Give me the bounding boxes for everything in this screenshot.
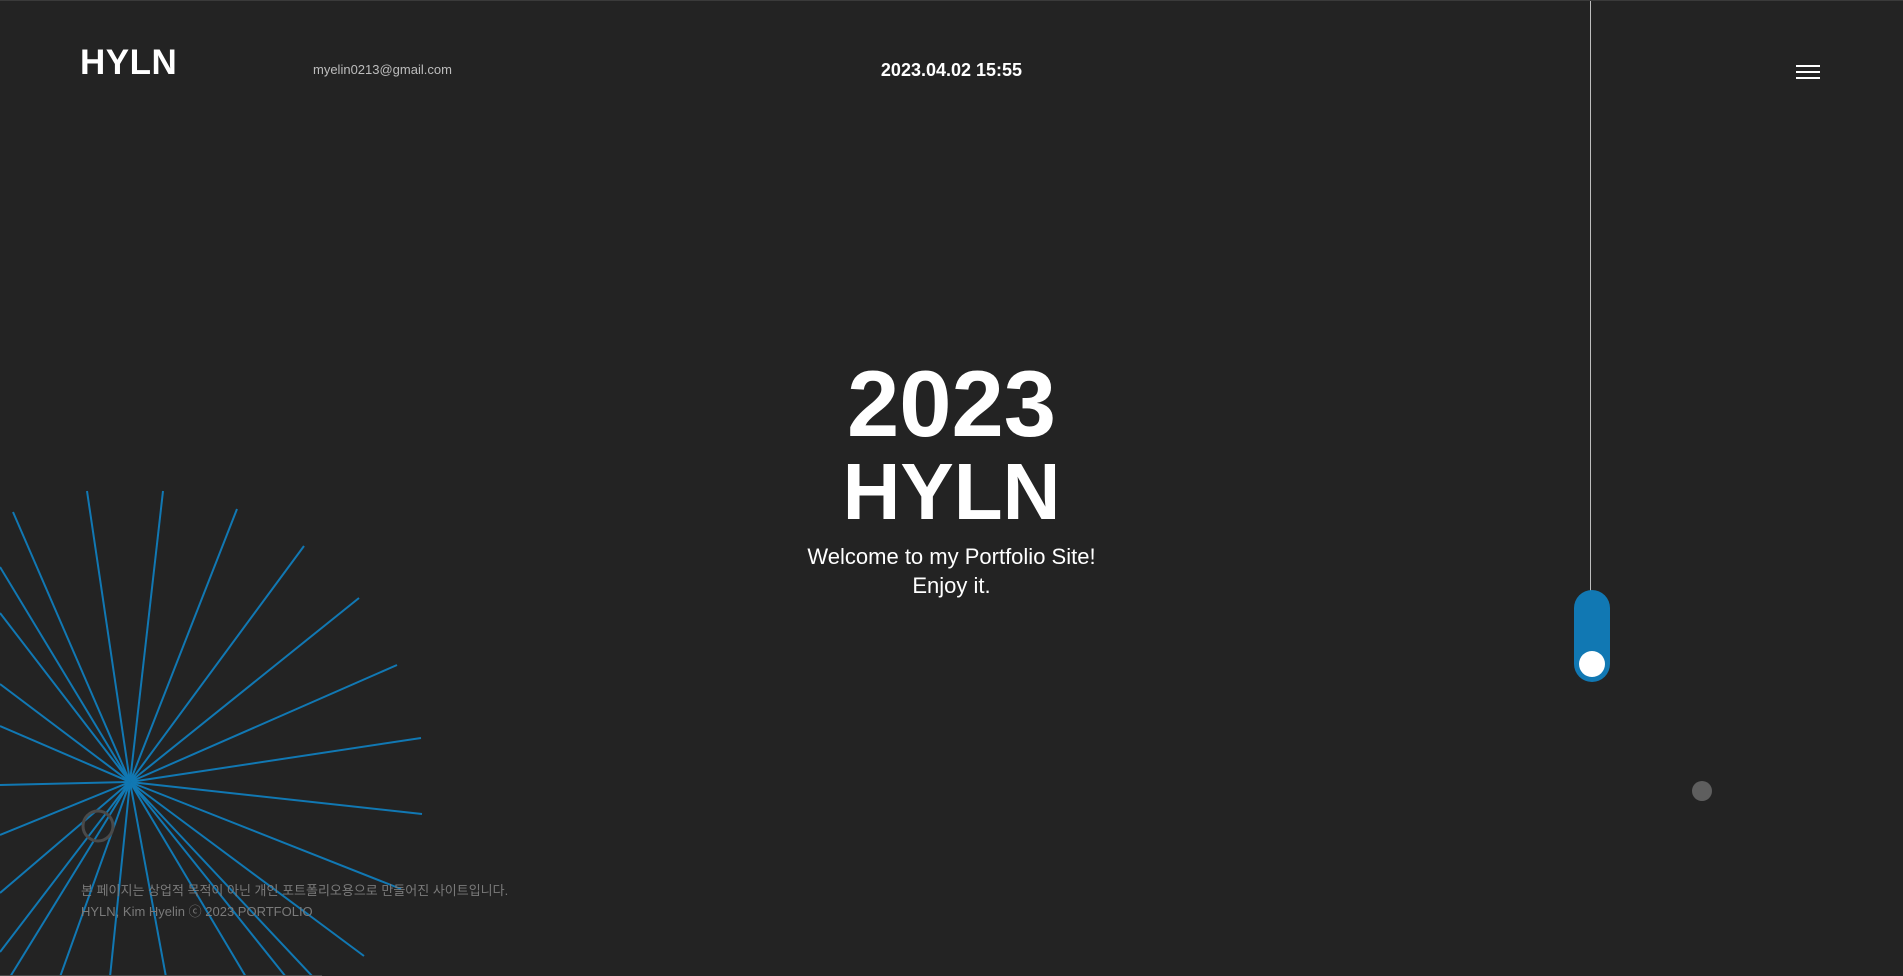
- hero-subtitle: Welcome to my Portfolio Site! Enjoy it.: [0, 542, 1903, 600]
- burst-line: [129, 781, 287, 976]
- burst-line: [0, 725, 131, 783]
- scroll-indicator-knob[interactable]: [1579, 651, 1605, 677]
- footer-copyright: HYLN, Kim Hyelin ⓒ 2023 PORTFOLIO: [81, 904, 313, 919]
- burst-line: [129, 737, 422, 783]
- hero-year: 2023: [846, 351, 1057, 456]
- burst-line: [129, 781, 423, 815]
- menu-button[interactable]: [1793, 62, 1823, 82]
- custom-cursor-dot: [1692, 781, 1712, 801]
- scroll-indicator-line: [1590, 1, 1591, 659]
- burst-line: [129, 781, 365, 957]
- loading-ring-icon: [81, 809, 115, 843]
- footer-notice: 본 페이지는 상업적 목적이 아닌 개인 포트폴리오용으로 만들어진 사이트입니…: [81, 883, 509, 898]
- burst-line: [0, 781, 131, 786]
- burst-line: [129, 781, 402, 890]
- hero-welcome-text: Welcome to my Portfolio Site!: [807, 544, 1096, 569]
- hamburger-menu-icon-bar-middle: [1796, 71, 1820, 73]
- page: HYLN myelin0213@gmail.com 2023.04.02 15:…: [0, 0, 1903, 976]
- hero-enjoy-text: Enjoy it.: [912, 573, 991, 598]
- burst-line: [129, 781, 314, 976]
- footer: 본 페이지는 상업적 목적이 아닌 개인 포트폴리오용으로 만들어진 사이트입니…: [81, 880, 508, 922]
- hero-section: 2023 HYLN Welcome to my Portfolio Site! …: [0, 351, 1903, 600]
- hamburger-menu-icon-bar-top: [1796, 65, 1820, 67]
- hero-title: HYLN: [842, 447, 1061, 536]
- hamburger-menu-icon-bar-bottom: [1796, 77, 1820, 79]
